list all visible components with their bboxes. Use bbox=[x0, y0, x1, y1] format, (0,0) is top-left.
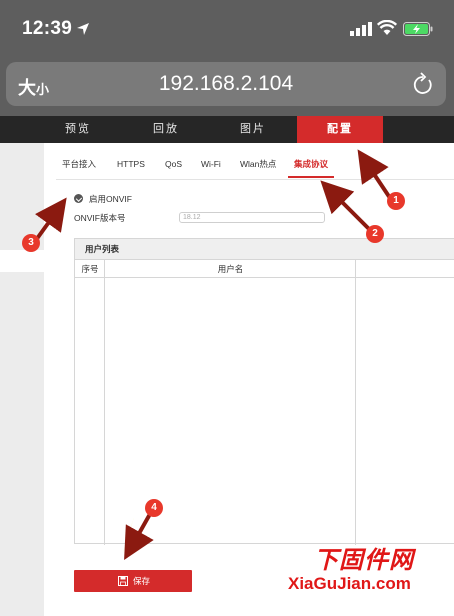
column-divider bbox=[355, 259, 356, 545]
user-list-title: 用户列表 bbox=[75, 239, 454, 259]
status-bar: 12:39 bbox=[0, 0, 454, 52]
left-sidebar bbox=[0, 143, 44, 616]
step-marker-2: 2 bbox=[366, 225, 384, 243]
tab-wifi[interactable]: Wi-Fi bbox=[201, 156, 221, 178]
watermark: 下固件网 XiaGuJian.com bbox=[284, 540, 449, 600]
tab-platform-access[interactable]: 平台接入 bbox=[62, 156, 96, 178]
watermark-cn: 下固件网 bbox=[314, 547, 414, 574]
user-list-panel: 用户列表 序号 用户名 bbox=[74, 238, 454, 545]
sidebar-selected-item[interactable] bbox=[0, 250, 44, 272]
tab-wlan-hotspot[interactable]: Wlan热点 bbox=[240, 156, 276, 178]
nav-item-picture[interactable]: 图片 bbox=[213, 116, 293, 143]
cellular-signal-icon bbox=[350, 22, 372, 36]
step-marker-1: 1 bbox=[387, 192, 405, 210]
save-button[interactable]: 保存 bbox=[74, 570, 192, 592]
ios-browser-chrome: 12:39 大小 192.168.2.104 bbox=[0, 0, 454, 116]
watermark-en: XiaGuJian.com bbox=[288, 574, 411, 593]
save-button-label: 保存 bbox=[133, 576, 151, 586]
tabs-divider bbox=[56, 179, 454, 180]
tab-qos[interactable]: QoS bbox=[165, 156, 182, 178]
onvif-version-field[interactable] bbox=[179, 212, 325, 223]
step-marker-3: 3 bbox=[22, 234, 40, 252]
location-arrow-icon bbox=[77, 23, 89, 35]
step-marker-4: 4 bbox=[145, 499, 163, 517]
onvif-version-label: ONVIF版本号 bbox=[74, 213, 126, 223]
enable-onvif-checkbox[interactable] bbox=[74, 194, 83, 203]
reload-icon[interactable] bbox=[412, 72, 434, 96]
tab-https[interactable]: HTTPS bbox=[117, 156, 145, 178]
column-divider bbox=[104, 259, 105, 545]
tab-integration-protocol[interactable]: 集成协议 bbox=[288, 156, 335, 178]
nav-item-playback[interactable]: 回放 bbox=[126, 116, 206, 143]
user-list-header-row: 序号 用户名 bbox=[75, 259, 454, 278]
nav-item-configuration[interactable]: 配置 bbox=[297, 116, 383, 143]
floppy-disk-icon bbox=[118, 576, 128, 586]
column-header-username: 用户名 bbox=[217, 264, 244, 274]
status-time: 12:39 bbox=[22, 18, 73, 39]
address-bar[interactable]: 大小 192.168.2.104 bbox=[6, 62, 446, 106]
wifi-icon bbox=[377, 20, 397, 35]
column-header-no: 序号 bbox=[81, 264, 99, 274]
url-text[interactable]: 192.168.2.104 bbox=[6, 72, 446, 96]
main-nav: 预览 回放 图片 配置 bbox=[0, 116, 454, 143]
enable-onvif-label: 启用ONVIF bbox=[89, 194, 132, 204]
battery-charging-icon bbox=[403, 22, 433, 36]
nav-item-preview[interactable]: 预览 bbox=[38, 116, 118, 143]
